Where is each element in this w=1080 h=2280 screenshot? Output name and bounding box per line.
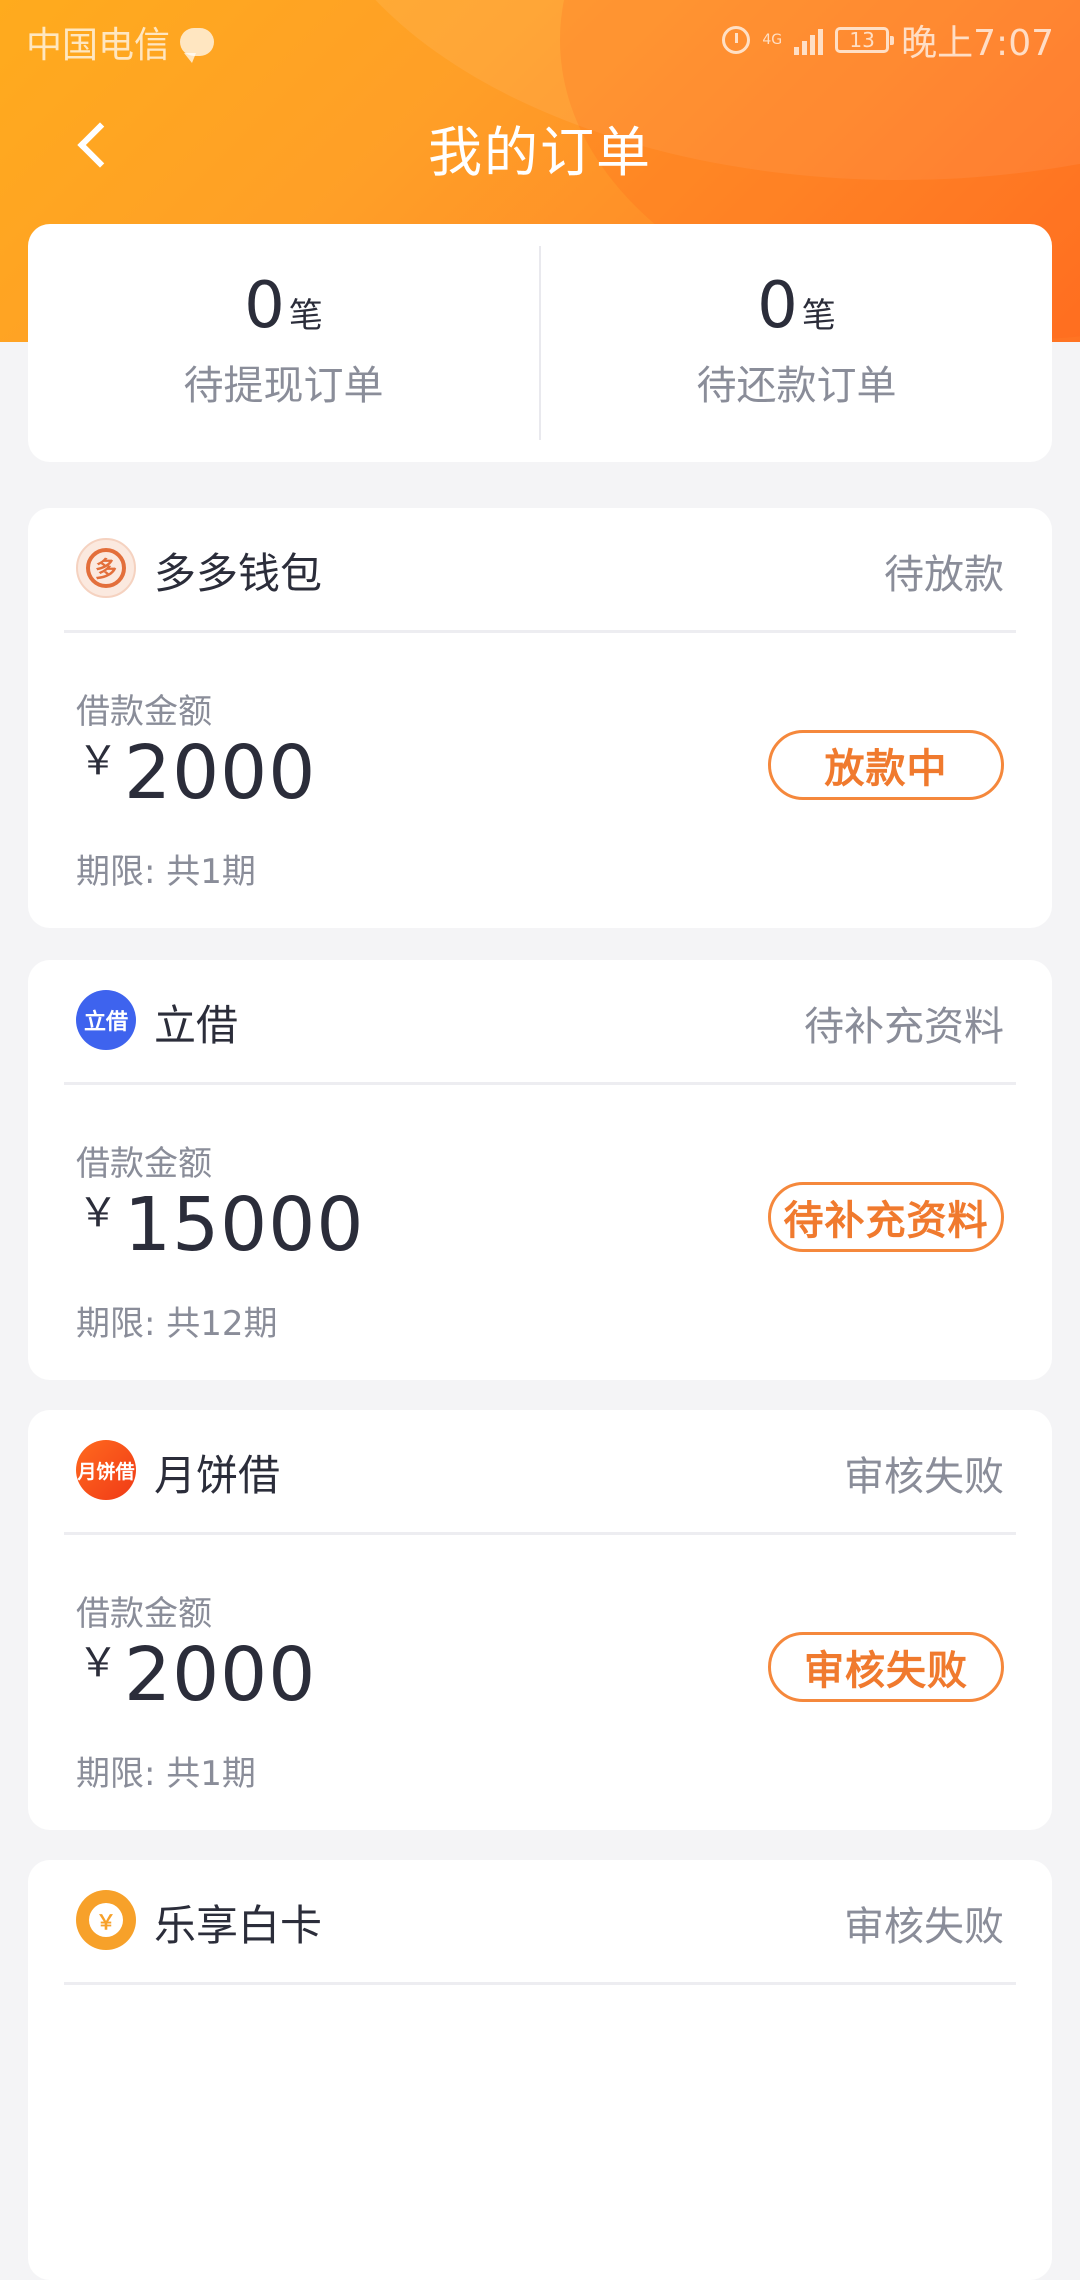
network-type: 4G [762, 33, 782, 47]
lender-name: 月饼借 [154, 1451, 281, 1500]
supplement-info-button[interactable]: 待补充资料 [768, 1182, 1004, 1252]
battery-icon: 13 [835, 27, 895, 53]
pending-withdraw-label: 待提现订单 [183, 363, 384, 409]
loan-amount: ￥ 15000 [78, 1182, 364, 1268]
order-card[interactable]: ￥ 乐享白卡 审核失败 [28, 1860, 1052, 2280]
review-failed-button[interactable]: 审核失败 [768, 1632, 1004, 1702]
order-header: 立借 立借 待补充资料 [64, 960, 1016, 1085]
order-header: ￥ 乐享白卡 审核失败 [64, 1860, 1016, 1985]
currency-symbol: ￥ [78, 1190, 118, 1236]
network-label: 4G [762, 32, 783, 48]
count-unit: 笔 [288, 296, 323, 336]
amount-label: 借款金额 [76, 1144, 212, 1184]
pending-repay-summary[interactable]: 0 笔 待还款订单 [541, 224, 1052, 462]
order-header: 多 多多钱包 待放款 [64, 508, 1016, 633]
pending-repay-label: 待还款订单 [696, 363, 897, 409]
order-status: 待补充资料 [804, 1004, 1004, 1050]
carrier: 中国电信 [26, 16, 215, 68]
logo-mark: 多 [86, 548, 126, 588]
amount-label: 借款金额 [76, 692, 212, 732]
duoduo-wallet-logo-icon: 多 [76, 538, 136, 598]
lender-name: 乐享白卡 [154, 1901, 323, 1950]
status-bar: 中国电信 4G 13 晚上7:07 [0, 0, 1080, 74]
amount-value: 2000 [124, 1632, 317, 1718]
order-status: 审核失败 [844, 1454, 1004, 1500]
status-icons: 4G 13 晚上7:07 [722, 14, 1054, 66]
pending-withdraw-summary[interactable]: 0 笔 待提现订单 [28, 224, 539, 462]
page-title: 我的订单 [428, 121, 652, 184]
battery-level: 13 [849, 28, 875, 52]
lexiang-card-logo-icon: ￥ [76, 1890, 136, 1950]
loan-term: 期限: 共1期 [76, 852, 256, 892]
coin-icon: ￥ [89, 1903, 123, 1937]
lender-name: 立借 [154, 1001, 239, 1050]
amount-value: 2000 [124, 730, 317, 816]
summary-count: 0 笔 [244, 269, 323, 343]
order-card[interactable]: 多 多多钱包 待放款 借款金额 ￥ 2000 期限: 共1期 放款中 [28, 508, 1052, 928]
loan-term: 期限: 共1期 [76, 1754, 256, 1794]
count-unit: 笔 [801, 296, 836, 336]
clock: 晚上7:07 [901, 23, 1054, 64]
yuebingjie-logo-icon: 月饼借 [76, 1440, 136, 1500]
pending-withdraw-count: 0 [244, 269, 285, 343]
alarm-icon [722, 26, 751, 54]
lender-name: 多多钱包 [154, 549, 323, 598]
pending-repay-count: 0 [757, 269, 798, 343]
order-summary-card: 0 笔 待提现订单 0 笔 待还款订单 [28, 224, 1052, 462]
signal-icon [794, 25, 824, 55]
order-card[interactable]: 立借 立借 待补充资料 借款金额 ￥ 15000 期限: 共12期 待补充资料 [28, 960, 1052, 1380]
title-bar: 我的订单 [0, 100, 1080, 190]
currency-symbol: ￥ [78, 1640, 118, 1686]
currency-symbol: ￥ [78, 738, 118, 784]
summary-count: 0 笔 [757, 269, 836, 343]
order-card[interactable]: 月饼借 月饼借 审核失败 借款金额 ￥ 2000 期限: 共1期 审核失败 [28, 1410, 1052, 1830]
loan-amount: ￥ 2000 [78, 1632, 316, 1718]
carrier-name: 中国电信 [26, 25, 171, 66]
disbursing-button[interactable]: 放款中 [768, 730, 1004, 800]
loan-term: 期限: 共12期 [76, 1304, 278, 1344]
amount-label: 借款金额 [76, 1594, 212, 1634]
order-status: 审核失败 [844, 1904, 1004, 1950]
lijie-logo-icon: 立借 [76, 990, 136, 1050]
order-header: 月饼借 月饼借 审核失败 [64, 1410, 1016, 1535]
loan-amount: ￥ 2000 [78, 730, 316, 816]
order-status: 待放款 [884, 552, 1004, 598]
amount-value: 15000 [124, 1182, 365, 1268]
message-icon [180, 28, 215, 63]
